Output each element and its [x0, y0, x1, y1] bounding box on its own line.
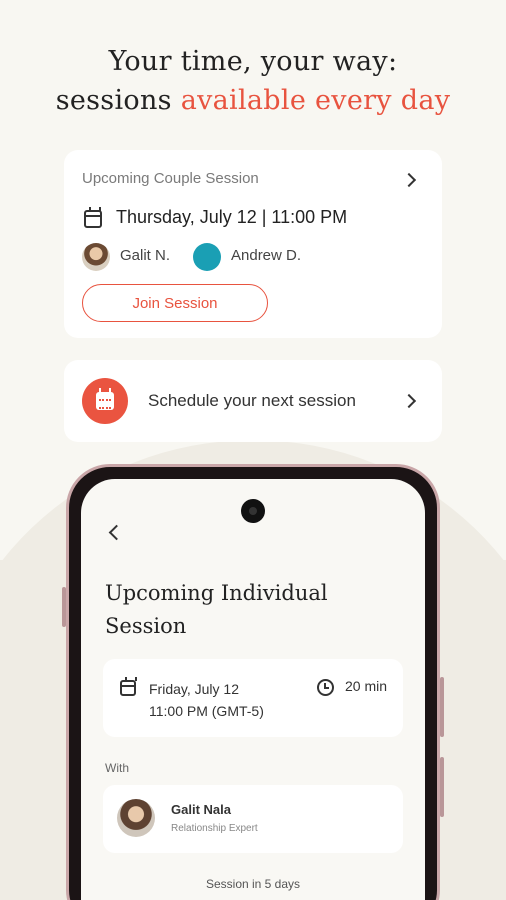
- chevron-right-icon[interactable]: [401, 393, 417, 409]
- session-info-card: Friday, July 12 11:00 PM (GMT-5) 20 min: [103, 659, 403, 737]
- schedule-label: Schedule your next session: [148, 391, 356, 410]
- session-datetime: Thursday, July 12 | 11:00 PM: [116, 207, 348, 227]
- headline-line-2: sessions available every day: [0, 81, 506, 120]
- with-label: With: [105, 761, 129, 775]
- screen-title: Upcoming Individual Session: [105, 581, 328, 638]
- schedule-calendar-icon: [96, 388, 114, 410]
- participant-name: Galit N.: [120, 247, 171, 264]
- clock-icon: [317, 679, 334, 696]
- session-date: Friday, July 12: [149, 681, 239, 697]
- join-session-button[interactable]: Join Session: [82, 284, 268, 322]
- session-date-time: Friday, July 12 11:00 PM (GMT-5): [149, 678, 264, 722]
- session-time: 11:00 PM (GMT-5): [149, 703, 264, 719]
- session-duration: 20 min: [345, 678, 388, 694]
- session-countdown: Session in 5 days: [205, 877, 301, 891]
- headline-line-2-plain: sessions: [55, 85, 181, 116]
- headline-line-1: Your time, your way:: [108, 46, 398, 77]
- upcoming-couple-session-card[interactable]: Upcoming Couple Session Thursday, July 1…: [64, 150, 442, 338]
- back-chevron-icon[interactable]: [108, 524, 125, 541]
- participant-name: Andrew D.: [231, 247, 302, 264]
- schedule-icon-circle: [82, 378, 128, 424]
- headline: Your time, your way: sessions available …: [0, 42, 506, 120]
- avatar: [117, 799, 155, 837]
- phone-side-button: [440, 677, 444, 737]
- expert-name: Galit Nala: [171, 802, 231, 817]
- avatar-galit: [82, 243, 110, 271]
- calendar-icon: [84, 207, 102, 228]
- phone-mockup: Upcoming Individual Session Friday, July…: [62, 464, 444, 900]
- headline-accent: available every day: [180, 85, 451, 116]
- avatar-andrew: [193, 243, 221, 271]
- card-title: Upcoming Couple Session: [82, 170, 259, 187]
- phone-screen: Upcoming Individual Session Friday, July…: [81, 479, 425, 900]
- schedule-session-card[interactable]: Schedule your next session: [64, 360, 442, 442]
- phone-side-button: [62, 587, 66, 627]
- expert-role: Relationship Expert: [171, 823, 258, 834]
- expert-card[interactable]: Galit Nala Relationship Expert: [103, 785, 403, 853]
- chevron-right-icon[interactable]: [401, 172, 417, 188]
- phone-side-button: [440, 757, 444, 817]
- camera-cutout: [241, 499, 265, 523]
- calendar-icon: [120, 677, 137, 696]
